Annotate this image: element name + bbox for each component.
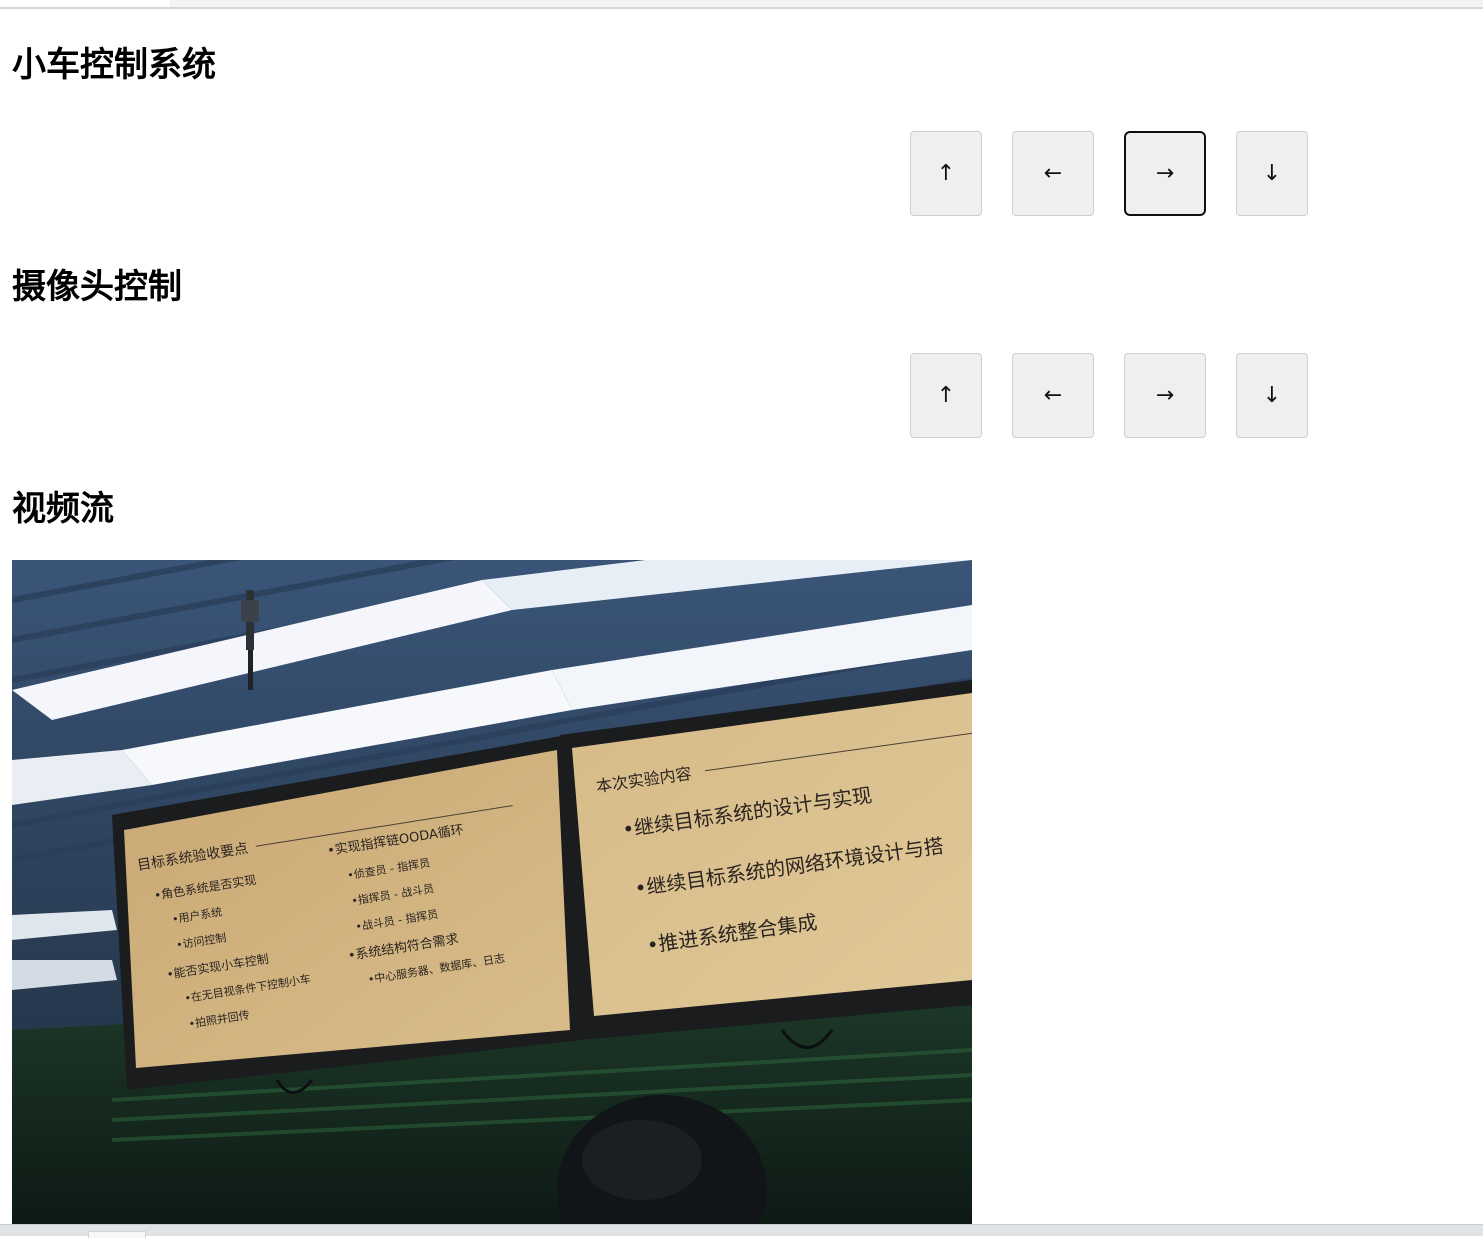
camera-left-button[interactable]: ← bbox=[1012, 353, 1094, 438]
browser-top-edge bbox=[0, 0, 1483, 9]
car-right-button[interactable]: → bbox=[1124, 131, 1206, 216]
car-up-button[interactable]: ↑ bbox=[910, 131, 982, 216]
video-stream-frame: 目标系统验收要点 •角色系统是否实现 •用户系统 •访问控制 •能否实现小车控制… bbox=[12, 560, 972, 1224]
car-down-button[interactable]: ↓ bbox=[1236, 131, 1308, 216]
camera-up-button[interactable]: ↑ bbox=[910, 353, 982, 438]
camera-control-title: 摄像头控制 bbox=[12, 267, 182, 307]
camera-right-button[interactable]: → bbox=[1124, 353, 1206, 438]
video-stream-title: 视频流 bbox=[12, 489, 114, 529]
car-control-title: 小车控制系统 bbox=[12, 45, 216, 85]
camera-down-button[interactable]: ↓ bbox=[1236, 353, 1308, 438]
car-left-button[interactable]: ← bbox=[1012, 131, 1094, 216]
video-frame-image: 目标系统验收要点 •角色系统是否实现 •用户系统 •访问控制 •能否实现小车控制… bbox=[12, 560, 972, 1224]
browser-bottom-edge bbox=[0, 1224, 1483, 1238]
